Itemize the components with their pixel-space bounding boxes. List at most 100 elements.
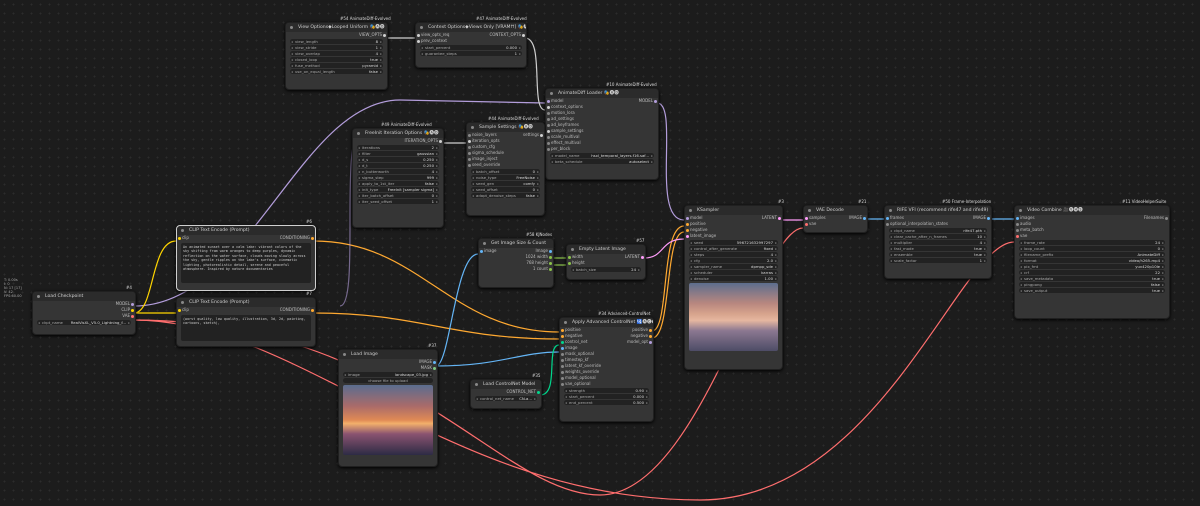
widget-denoise[interactable]: denoise1.00 <box>689 276 778 281</box>
input-socket[interactable] <box>178 308 181 312</box>
context-options-node[interactable]: Context Options◆Views Only [VRAM⇈] 🎭🅐🅓 v… <box>415 22 527 68</box>
widget-strength[interactable]: strength0.90 <box>564 388 649 393</box>
output-socket[interactable] <box>522 33 525 37</box>
widget-scale-factor[interactable]: scale_factor1 <box>889 258 987 263</box>
output-socket[interactable] <box>987 216 990 220</box>
input-socket[interactable] <box>417 39 420 43</box>
widget-start-percent[interactable]: start_percent0.000 <box>420 45 522 50</box>
widget-view-length[interactable]: view_length8 <box>290 39 383 44</box>
rife-vfi-node[interactable]: RIFE VFI (recommend rife47 and rife49) f… <box>884 205 992 279</box>
load-image-node[interactable]: Load Image IMAGE MASK imagelandscape_03.… <box>338 349 438 467</box>
widget-view-overlap[interactable]: view_overlap4 <box>290 51 383 56</box>
input-socket[interactable] <box>178 236 181 240</box>
widget-multiplier[interactable]: multiplier4 <box>889 240 987 245</box>
node-badge: #10 AnimateDiff-Evolved <box>606 82 657 87</box>
sample-settings-node[interactable]: Sample Settings 🎭🅐🅓 noise_layers settings… <box>466 122 545 216</box>
widget-d-t[interactable]: d_t0.250 <box>357 163 439 168</box>
widget-seed-gen[interactable]: seed_gencomfy <box>471 181 540 186</box>
widget-filter[interactable]: filtergaussian <box>357 151 439 156</box>
output-socket[interactable] <box>311 236 314 240</box>
output-socket[interactable] <box>654 99 657 103</box>
output-socket[interactable] <box>537 390 540 394</box>
widget-crf[interactable]: crf22 <box>1019 270 1165 275</box>
widget-end-percent[interactable]: end_percent0.500 <box>564 400 649 405</box>
output-socket[interactable] <box>311 308 314 312</box>
widget-filename-prefix[interactable]: filename_prefixAnimateDiff <box>1019 252 1165 257</box>
widget-save-metadata[interactable]: save_metadatatrue <box>1019 276 1165 281</box>
apply-advanced-controlnet-node[interactable]: Apply Advanced ControlNet 🛂🅐🅒🅝 positive p… <box>559 317 654 422</box>
view-options-node[interactable]: View Options◆Looped Uniform 🎭🅐🅓 VIEW_OPT… <box>285 22 388 90</box>
widget-ckpt-name[interactable]: ckpt_nameRealVisXL_V5.0_Lightning_f... <box>37 320 131 325</box>
output-socket[interactable] <box>433 360 436 364</box>
widget-steps[interactable]: steps4 <box>689 252 778 257</box>
output-socket[interactable] <box>131 314 134 318</box>
upload-button[interactable]: choose file to upload <box>343 378 433 383</box>
widget-view-stride[interactable]: view_stride1 <box>290 45 383 50</box>
empty-latent-node[interactable]: Empty Latent Image widthLATENT height ba… <box>566 244 646 280</box>
widget-use-on-equal-length[interactable]: use_on_equal_lengthfalse <box>290 69 383 74</box>
widget-scheduler[interactable]: schedulerkarras <box>689 270 778 275</box>
widget-image[interactable]: imagelandscape_03.jpg <box>343 372 433 377</box>
freeinit-node[interactable]: FreeInit Iteration Options 🎭🅐🅓 ITERATION… <box>352 128 444 228</box>
widget-iter-batch-offset[interactable]: iter_batch_offset0 <box>357 193 439 198</box>
widget-sampler-name[interactable]: sampler_namedpmpp_sde <box>689 264 778 269</box>
widget-init-type[interactable]: init_typeFreeInit [sampler sigma] <box>357 187 439 192</box>
widget-seed-offset[interactable]: seed_offset0 <box>471 187 540 192</box>
clip-text-encode-negative-node[interactable]: CLIP Text Encode (Prompt) clip CONDITIONI… <box>176 297 316 347</box>
widget-pingpong[interactable]: pingpongfalse <box>1019 282 1165 287</box>
widget-d-s[interactable]: d_s0.250 <box>357 157 439 162</box>
widget-model-name[interactable]: model_namehsxl_temporal_layers.f16.saf..… <box>550 153 654 158</box>
widget-frame-rate[interactable]: frame_rate24 <box>1019 240 1165 245</box>
ksampler-node[interactable]: KSampler model LATENT positive negative l… <box>684 205 783 370</box>
widget-guarantee-steps[interactable]: guarantee_steps1 <box>420 51 522 56</box>
widget-adapt-denoise-steps[interactable]: adapt_denoise_stepsfalse <box>471 193 540 198</box>
output-socket[interactable] <box>1165 216 1168 220</box>
input-socket[interactable] <box>417 33 420 37</box>
widget-batch-offset[interactable]: batch_offset0 <box>471 169 540 174</box>
widget-fast-mode[interactable]: fast_modetrue <box>889 246 987 251</box>
output-socket[interactable] <box>439 139 442 143</box>
video-combine-node[interactable]: Video Combine 🎥🅥🅗🅢 images Filenames audio… <box>1014 205 1170 319</box>
load-checkpoint-node[interactable]: Load Checkpoint MODEL CLIP VAE ckpt_name… <box>32 291 136 335</box>
widget-sigma-step[interactable]: sigma_step999 <box>357 175 439 180</box>
output-socket[interactable] <box>641 255 644 259</box>
input-socket[interactable] <box>480 249 483 253</box>
prompt-textarea[interactable]: (worst quality, low quality, illustratio… <box>181 315 311 341</box>
widget-batch-size[interactable]: batch_size24 <box>571 267 641 272</box>
widget-ensemble[interactable]: ensembletrue <box>889 252 987 257</box>
widget-noise-type[interactable]: noise_typeFreeNoise <box>471 175 540 180</box>
widget-start-percent[interactable]: start_percent0.000 <box>564 394 649 399</box>
node-badge: #50 Frame-Interpolation <box>942 199 992 204</box>
widget-save-output[interactable]: save_outputtrue <box>1019 288 1165 293</box>
widget-n-butterworth[interactable]: n_butterworth4 <box>357 169 439 174</box>
widget-control-after-generate[interactable]: control_after_generatefixed <box>689 246 778 251</box>
stats-overlay: T: 0.00s I: 0 N: 17 [17] V: 42 FPS:60.00 <box>4 278 22 298</box>
widget-control-net-name[interactable]: control_net_nameCN-a... <box>475 396 537 401</box>
load-controlnet-node[interactable]: Load ControlNet Model CONTROL_NET contro… <box>470 379 542 409</box>
output-socket[interactable] <box>131 302 134 306</box>
output-socket[interactable] <box>540 133 543 137</box>
widget-fuse-method[interactable]: fuse_methodpyramid <box>290 63 383 68</box>
widget-cfg[interactable]: cfg2.0 <box>689 258 778 263</box>
widget-iter-seed-offset[interactable]: iter_seed_offset1 <box>357 199 439 204</box>
widget-seed[interactable]: seed596721632997297 <box>689 240 778 245</box>
output-socket[interactable] <box>383 33 386 37</box>
widget-clear-cache[interactable]: clear_cache_after_n_frames10 <box>889 234 987 239</box>
widget-format[interactable]: formatvideo/h265-mp4 <box>1019 258 1165 263</box>
widget-beta-schedule[interactable]: beta_scheduleautoselect <box>550 159 654 164</box>
output-socket[interactable] <box>433 366 436 370</box>
prompt-textarea[interactable]: An animated sunset over a calm lake: vib… <box>181 243 311 283</box>
widget-pix-fmt[interactable]: pix_fmtyuv420p10le <box>1019 264 1165 269</box>
output-socket[interactable] <box>778 216 781 220</box>
widget-closed-loop[interactable]: closed_looptrue <box>290 57 383 62</box>
widget-loop-count[interactable]: loop_count0 <box>1019 246 1165 251</box>
vae-decode-node[interactable]: VAE Decode samples IMAGE vae <box>803 205 868 233</box>
get-image-size-node[interactable]: Get Image Size & Count image Image 1024 w… <box>478 238 554 288</box>
animatediff-loader-node[interactable]: AnimateDiff Loader 🎭🅐🅓 model MODEL contex… <box>545 88 659 180</box>
output-socket[interactable] <box>131 308 134 312</box>
widget-iterations[interactable]: iterations2 <box>357 145 439 150</box>
output-socket[interactable] <box>863 216 866 220</box>
clip-text-encode-positive-node[interactable]: CLIP Text Encode (Prompt) clip CONDITIONI… <box>176 225 316 291</box>
widget-apply-to-1st-iter[interactable]: apply_to_1st_iterfalse <box>357 181 439 186</box>
widget-ckpt-name[interactable]: ckpt_namerife47.pth <box>889 228 987 233</box>
